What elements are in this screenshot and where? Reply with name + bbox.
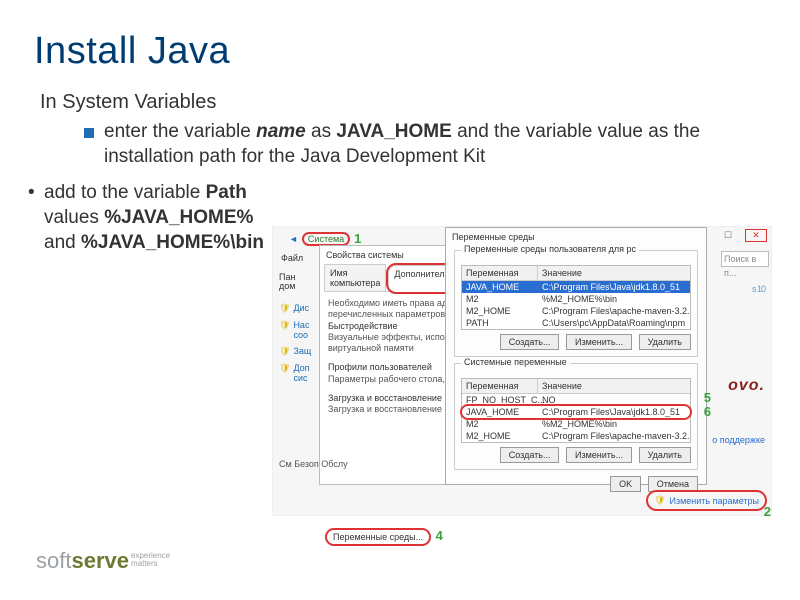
callout-2: 2 [764, 504, 771, 519]
user-vars-table[interactable]: ПеременнаяЗначение JAVA_HOMEC:\Program F… [461, 265, 691, 330]
table-row[interactable]: PATHC:\Users\pc\AppData\Roaming\npm [462, 317, 690, 329]
callout-5: 5 [704, 390, 711, 405]
shield-icon: 🛡 [279, 303, 290, 314]
cancel-button[interactable]: Отмена [648, 476, 698, 492]
back-icon[interactable]: ◄ [289, 234, 298, 244]
close-icon[interactable]: ✕ [745, 229, 767, 242]
bullet-secondary: add to the variable Path values %JAVA_HO… [34, 181, 264, 255]
maximize-icon[interactable]: ☐ [717, 230, 739, 241]
delete-button[interactable]: Удалить [639, 334, 691, 350]
new-button[interactable]: Создать... [500, 447, 560, 463]
tab-computer-name[interactable]: Имя компьютера [324, 264, 386, 291]
softserve-logo: softserveexperiencematters [36, 548, 170, 574]
callout-1: 1 [354, 231, 361, 246]
table-row[interactable]: JAVA_HOMEC:\Program Files\Java\jdk1.8.0_… [462, 281, 690, 293]
change-settings-button[interactable]: 🛡 Изменить параметры [648, 492, 765, 509]
user-vars-legend: Переменные среды пользователя для pc [461, 244, 639, 254]
ok-button[interactable]: OK [610, 476, 641, 492]
support-link[interactable]: о поддержке [712, 435, 765, 445]
table-row[interactable]: FP_NO_HOST_C...NO [462, 394, 690, 406]
table-row[interactable]: M2_HOMEC:\Program Files\apache-maven-3.2… [462, 430, 690, 442]
lenovo-logo: ovo. [728, 377, 765, 395]
bullet-level2: enter the variable name as JAVA_HOME and… [84, 120, 766, 169]
search-input[interactable]: Поиск в п... [721, 251, 769, 267]
slide-title: Install Java [34, 30, 766, 73]
table-row[interactable]: JAVA_HOMEC:\Program Files\Java\jdk1.8.0_… [462, 406, 690, 418]
shield-icon: 🛡 [279, 363, 290, 383]
system-link[interactable]: Система [302, 232, 350, 246]
bullet-level1: In System Variables [40, 91, 766, 114]
shield-icon: 🛡 [279, 346, 290, 357]
bottom-labels: См Безоп Обслу [279, 459, 348, 469]
sidebar-links: 🛡Дис 🛡Нас соо 🛡Защ 🛡Доп сис [279, 303, 311, 389]
table-row[interactable]: M2%M2_HOME%\bin [462, 293, 690, 305]
screenshot-region: — ☐ ✕ Поиск в п... ◄ Система 1 Файл Пан … [272, 226, 772, 516]
table-row[interactable]: M2_HOMEC:\Program Files\apache-maven-3.2… [462, 305, 690, 317]
edit-button[interactable]: Изменить... [566, 334, 632, 350]
system-vars-legend: Системные переменные [461, 357, 570, 367]
shield-icon: 🛡 [654, 495, 665, 506]
delete-button[interactable]: Удалить [639, 447, 691, 463]
system-vars-table[interactable]: ПеременнаяЗначение FP_NO_HOST_C...NO JAV… [461, 378, 691, 443]
env-vars-button[interactable]: Переменные среды... [327, 530, 429, 544]
callout-4: 4 [436, 528, 443, 543]
menu-file[interactable]: Файл [281, 253, 303, 263]
table-row[interactable]: M2%M2_HOME%\bin [462, 418, 690, 430]
callout-6: 6 [704, 404, 711, 419]
shield-icon: 🛡 [279, 320, 290, 340]
environment-variables-dialog: Переменные среды Переменные среды пользо… [445, 227, 707, 485]
new-button[interactable]: Создать... [500, 334, 560, 350]
control-panel-home[interactable]: Пан дом [279, 273, 307, 291]
edit-button[interactable]: Изменить... [566, 447, 632, 463]
windows10-logo: s 10 [752, 267, 765, 299]
